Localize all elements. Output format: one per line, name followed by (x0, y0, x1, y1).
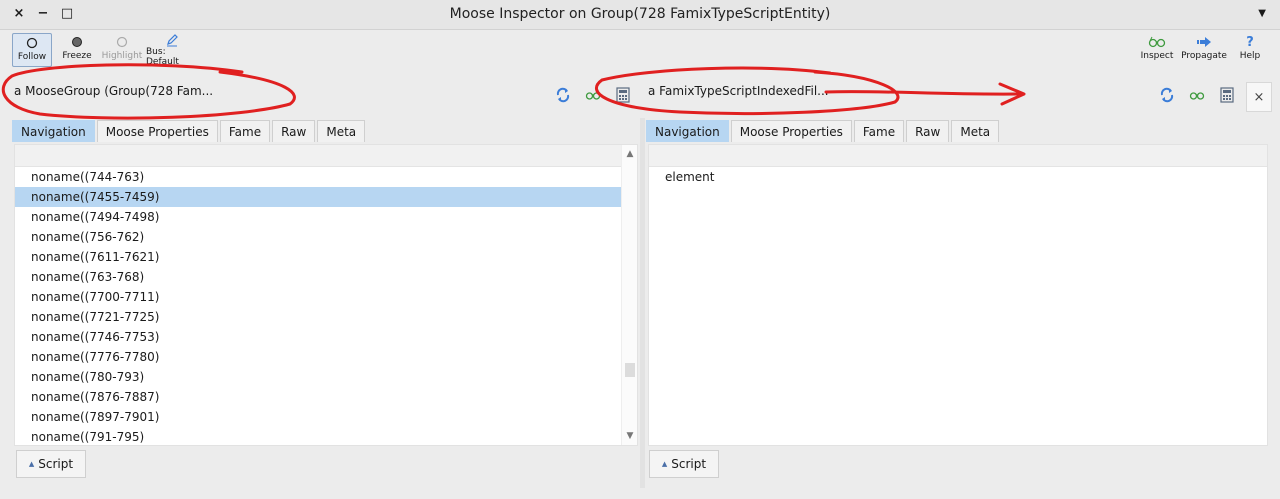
inspect-label: Inspect (1140, 51, 1174, 61)
list-item[interactable]: noname((7700-7711) (15, 287, 621, 307)
scroll-up-icon[interactable]: ▲ (622, 149, 638, 159)
help-button[interactable]: ? Help (1236, 33, 1264, 67)
list-item-selected[interactable]: noname((7455-7459) (15, 187, 621, 207)
tab-navigation[interactable]: Navigation (646, 120, 729, 142)
left-script-button[interactable]: ▲ Script (16, 450, 86, 478)
inspect-glasses-icon[interactable] (584, 86, 602, 104)
window-menu-icon[interactable]: ▼ (1258, 8, 1266, 19)
list-item[interactable]: noname((763-768) (15, 267, 621, 287)
title-bar: × − □ Moose Inspector on Group(728 Famix… (0, 0, 1280, 30)
left-list: noname((744-763) noname((7455-7459) nona… (15, 167, 621, 447)
refresh-icon[interactable] (554, 86, 572, 104)
pencil-icon (165, 33, 179, 47)
help-label: Help (1239, 51, 1261, 61)
follow-icon (26, 34, 38, 52)
left-pane-title: a MooseGroup (Group(728 Fam... (14, 84, 214, 98)
list-item[interactable]: noname((7897-7901) (15, 407, 621, 427)
right-pane-title: a FamixTypeScriptIndexedFil... (648, 84, 829, 98)
list-item[interactable]: noname((7494-7498) (15, 207, 621, 227)
highlight-label: Highlight (101, 51, 143, 61)
tab-moose-properties[interactable]: Moose Properties (730, 120, 852, 142)
tab-fame[interactable]: Fame (853, 120, 905, 142)
close-pane-button[interactable]: × (1246, 82, 1272, 112)
left-list-panel: noname((744-763) noname((7455-7459) nona… (14, 144, 638, 446)
calculator-icon[interactable] (1218, 86, 1236, 104)
tab-raw[interactable]: Raw (906, 120, 950, 142)
right-pane-header: a FamixTypeScriptIndexedFil... (645, 78, 1245, 110)
list-item[interactable]: noname((744-763) (15, 167, 621, 187)
script-label: Script (38, 457, 74, 471)
left-scrollbar[interactable]: ▲ ▼ (621, 145, 637, 445)
scroll-thumb[interactable] (625, 363, 635, 377)
right-script-button[interactable]: ▲ Script (649, 450, 719, 478)
script-label: Script (671, 457, 707, 471)
list-item[interactable]: noname((756-762) (15, 227, 621, 247)
glasses-icon (1148, 33, 1166, 51)
list-item[interactable]: noname((7876-7887) (15, 387, 621, 407)
tab-raw[interactable]: Raw (272, 120, 316, 142)
inspect-glasses-icon[interactable] (1188, 86, 1206, 104)
follow-button[interactable]: Follow (12, 33, 52, 67)
tab-navigation[interactable]: Navigation (12, 120, 95, 142)
refresh-icon[interactable] (1158, 86, 1176, 104)
highlight-button[interactable]: Highlight (100, 33, 144, 67)
freeze-button[interactable]: Freeze (58, 33, 96, 67)
window-title: Moose Inspector on Group(728 FamixTypeSc… (449, 6, 831, 22)
list-item[interactable]: noname((791-795) (15, 427, 621, 447)
list-item[interactable]: noname((7611-7621) (15, 247, 621, 267)
scroll-down-icon[interactable]: ▼ (622, 431, 638, 441)
toolbar: Follow Freeze Highlight Bus: Default Ins… (0, 30, 1280, 70)
list-header (649, 145, 1267, 167)
right-tabs: Navigation Moose Properties Fame Raw Met… (646, 120, 1001, 142)
left-pane-header: a MooseGroup (Group(728 Fam... (0, 78, 640, 110)
right-list: element (649, 167, 1267, 187)
follow-label: Follow (17, 52, 47, 62)
left-tabs: Navigation Moose Properties Fame Raw Met… (12, 120, 367, 142)
inspect-button[interactable]: Inspect (1140, 33, 1174, 67)
list-item[interactable]: noname((780-793) (15, 367, 621, 387)
tab-moose-properties[interactable]: Moose Properties (96, 120, 218, 142)
triangle-up-icon: ▲ (661, 460, 668, 468)
propagate-button[interactable]: Propagate (1181, 33, 1227, 67)
list-item[interactable]: noname((7776-7780) (15, 347, 621, 367)
triangle-up-icon: ▲ (28, 460, 35, 468)
arrow-right-icon (1196, 33, 1212, 51)
list-item[interactable]: noname((7721-7725) (15, 307, 621, 327)
tab-meta[interactable]: Meta (317, 120, 366, 142)
propagate-label: Propagate (1181, 51, 1227, 61)
highlight-icon (116, 33, 128, 51)
tab-meta[interactable]: Meta (951, 120, 1000, 142)
list-header (15, 145, 637, 167)
freeze-icon (71, 33, 83, 51)
pane-splitter[interactable] (640, 118, 645, 488)
bus-button[interactable]: Bus: Default (146, 33, 198, 67)
list-item[interactable]: element (649, 167, 1267, 187)
freeze-label: Freeze (62, 51, 92, 61)
right-list-panel: element (648, 144, 1268, 446)
bus-label: Bus: Default (146, 47, 179, 67)
list-item[interactable]: noname((7746-7753) (15, 327, 621, 347)
help-icon: ? (1246, 34, 1254, 50)
tab-fame[interactable]: Fame (219, 120, 271, 142)
calculator-icon[interactable] (614, 86, 632, 104)
